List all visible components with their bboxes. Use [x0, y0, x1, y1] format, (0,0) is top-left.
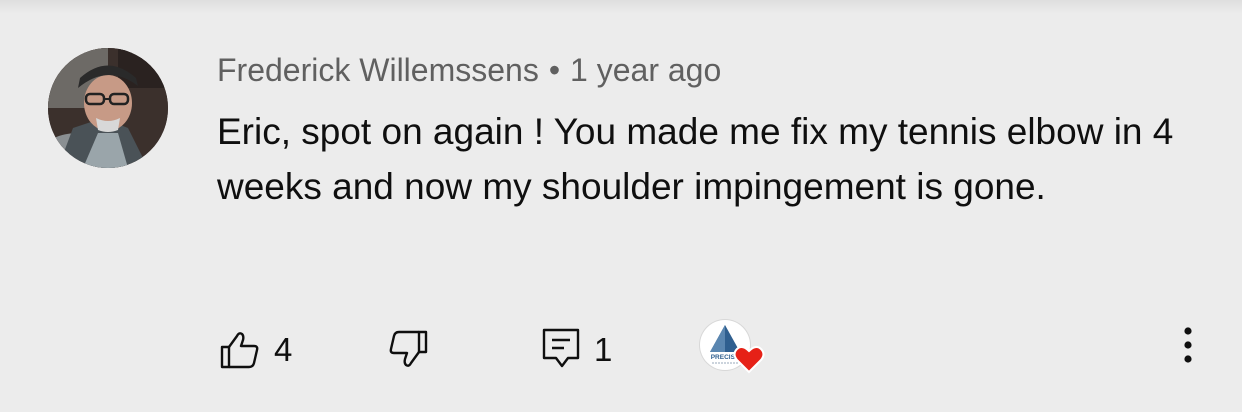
author-photo — [48, 48, 168, 168]
comment-action-bar: 4 1 — [0, 318, 1242, 378]
comment-icon — [542, 328, 580, 368]
reply-button[interactable] — [540, 326, 584, 370]
author-avatar[interactable] — [48, 48, 168, 168]
comment-item: Frederick Willemssens • 1 year ago Eric, s… — [0, 0, 1242, 412]
creator-heart-badge[interactable]: PRECISE — [700, 320, 766, 376]
meta-separator: • — [548, 52, 561, 88]
more-options-button[interactable] — [1168, 324, 1208, 368]
comment-body: Eric, spot on again ! You made me fix my… — [217, 111, 1174, 207]
thumbs-up-icon — [220, 332, 259, 369]
reply-count: 1 — [594, 331, 613, 368]
vertical-dots-icon — [1184, 327, 1192, 363]
comment-meta: Frederick Willemssens • 1 year ago — [217, 50, 721, 90]
comment-timestamp[interactable]: 1 year ago — [570, 52, 721, 88]
heart-icon — [733, 345, 765, 374]
like-button[interactable] — [218, 328, 262, 372]
author-name[interactable]: Frederick Willemssens — [217, 52, 539, 88]
like-count: 4 — [274, 331, 293, 368]
dislike-button[interactable] — [386, 326, 430, 370]
thumbs-down-icon — [389, 330, 428, 367]
